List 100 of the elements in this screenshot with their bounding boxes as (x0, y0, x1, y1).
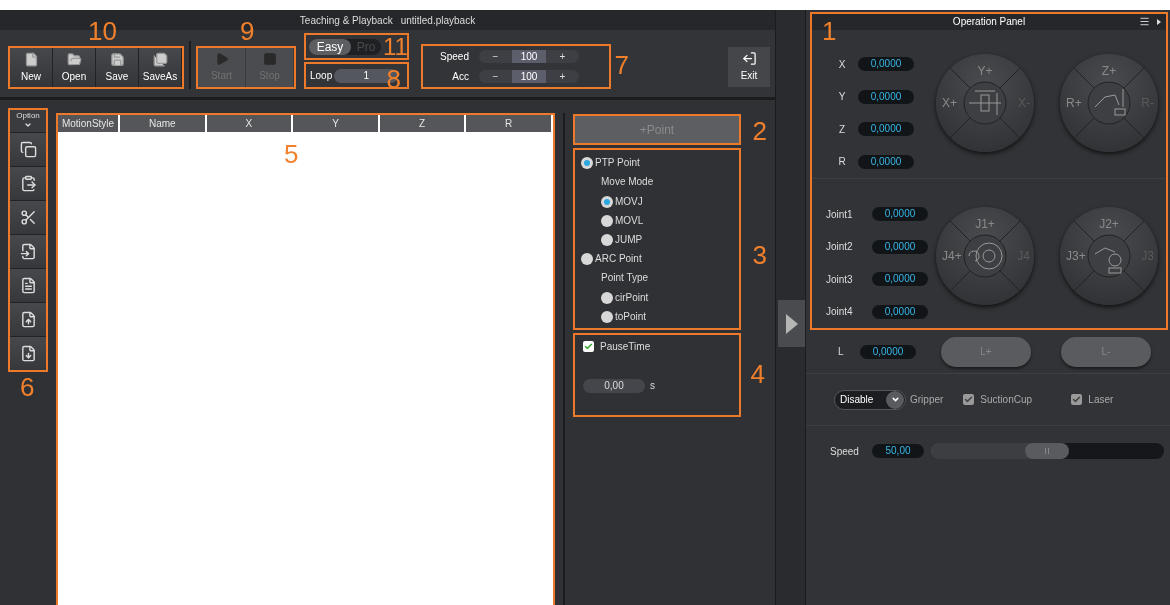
value-field[interactable]: 50,00 (872, 444, 924, 458)
checkbox-label[interactable]: Laser (1088, 392, 1114, 407)
tool-button[interactable] (10, 302, 46, 336)
checkbox-label[interactable]: PauseTime (600, 339, 651, 354)
dropdown-button[interactable] (886, 390, 904, 409)
toolbar-button[interactable]: Save (96, 48, 139, 87)
cut-icon (19, 209, 37, 226)
speed-slider[interactable] (930, 443, 1164, 459)
value-field[interactable]: 0,0000 (872, 304, 928, 319)
tool-button[interactable] (10, 132, 46, 166)
exit-icon (741, 51, 757, 66)
segment-divider (949, 117, 971, 139)
tool-button[interactable] (10, 200, 46, 234)
stepper-value: 100 (512, 70, 546, 83)
value-field[interactable]: 0,0000 (872, 239, 928, 254)
radio-option[interactable]: ARC Point (581, 249, 739, 268)
stepper-field[interactable]: − 100 + (479, 70, 579, 83)
exit-button[interactable]: Exit (728, 47, 770, 87)
value-field[interactable]: 0,0000 (860, 344, 916, 359)
loop-label: Loop (310, 69, 333, 83)
callout-number: 11 (383, 34, 408, 59)
tool-button[interactable] (10, 268, 46, 302)
gripper-select[interactable]: Disable (834, 389, 906, 410)
radio-option[interactable]: PTP Point (581, 153, 739, 172)
radio-label[interactable]: MOVJ (615, 194, 643, 209)
window-title: Teaching & Playback (299, 13, 393, 28)
value-field[interactable]: 0,0000 (872, 272, 928, 287)
radio-button[interactable] (601, 214, 613, 227)
radio-label[interactable]: PTP Point (595, 155, 640, 170)
stop-icon (262, 52, 277, 66)
speed-label: Speed (830, 444, 860, 459)
radio-label[interactable]: ARC Point (595, 251, 642, 266)
increment-button[interactable]: + (546, 50, 579, 63)
stepper-field[interactable]: − 100 + (479, 50, 579, 63)
radio-button[interactable] (601, 233, 613, 246)
segment-divider (999, 220, 1021, 242)
value-field[interactable]: 0,0000 (858, 57, 914, 72)
caret-icon (890, 395, 900, 404)
toolbar-button[interactable]: Open (53, 48, 96, 87)
toolbar-button[interactable]: New (10, 48, 53, 87)
axis-label: R (837, 155, 847, 170)
checkbox[interactable] (1071, 394, 1083, 405)
callout-number: 10 (88, 18, 117, 44)
callout-number: 1 (822, 18, 837, 44)
radio-label[interactable]: MOVL (615, 213, 644, 228)
value-field[interactable]: 0,0000 (858, 154, 914, 169)
axis-label: X (837, 57, 847, 72)
checkbox-label[interactable]: SuctionCup (980, 392, 1033, 407)
gripper-label: Gripper (910, 393, 944, 407)
checkbox[interactable] (583, 341, 594, 352)
radio-label[interactable]: cirPoint (615, 290, 649, 305)
axis-label: Joint3 (826, 272, 854, 287)
segment-divider (999, 270, 1021, 292)
radio-button[interactable] (581, 156, 593, 169)
segment-divider (999, 67, 1021, 89)
segment-divider (1123, 270, 1145, 292)
radio-button[interactable] (601, 291, 613, 304)
axis-label: Joint2 (826, 240, 854, 255)
radio-button[interactable] (581, 252, 593, 265)
radio-button[interactable] (601, 195, 613, 208)
expand-button[interactable] (778, 300, 806, 347)
option-menu[interactable]: Option (10, 110, 46, 132)
callout-number: 2 (752, 118, 767, 144)
group-label: Point Type (600, 271, 650, 285)
decrement-button[interactable]: − (479, 50, 512, 63)
group-label: Move Mode (600, 175, 655, 189)
radio-button[interactable] (601, 310, 613, 323)
callout-number: 9 (240, 18, 255, 44)
segment-divider (1073, 67, 1095, 89)
radio-label[interactable]: toPoint (615, 309, 647, 324)
pause-time-field[interactable]: 0,00 (583, 378, 645, 393)
axis-label: L (838, 345, 845, 359)
segment-divider (949, 220, 971, 242)
expand-arrow-icon[interactable] (1157, 18, 1161, 25)
toolbar-button[interactable]: SaveAs (139, 48, 182, 87)
radio-label[interactable]: JUMP (615, 232, 643, 247)
paste-icon (19, 175, 37, 192)
slider-thumb[interactable] (1025, 443, 1069, 459)
segment-divider (1073, 117, 1095, 139)
axis-label: Joint1 (826, 207, 854, 222)
tool-button[interactable] (10, 234, 46, 268)
stepper-label: Acc (451, 70, 469, 84)
stepper-label: Speed (439, 50, 469, 64)
file-upload-icon (19, 311, 37, 328)
caret-icon (24, 121, 32, 129)
value-field[interactable]: 0,0000 (872, 207, 928, 222)
callout-number: 6 (20, 374, 35, 400)
increment-button[interactable]: + (546, 70, 579, 83)
menu-icon[interactable] (1139, 16, 1150, 28)
stepper-value: 100 (512, 50, 546, 63)
segment-divider (1123, 220, 1145, 242)
tool-button[interactable] (10, 166, 46, 200)
decrement-button[interactable]: − (479, 70, 512, 83)
checkbox[interactable] (963, 394, 975, 405)
value-field[interactable]: 0,0000 (858, 89, 914, 104)
mode-option[interactable]: Easy (309, 38, 351, 55)
value-field[interactable]: 0,0000 (858, 122, 914, 137)
tool-button[interactable] (10, 336, 46, 370)
segment-divider (999, 117, 1021, 139)
axis-label: Joint4 (826, 305, 854, 320)
